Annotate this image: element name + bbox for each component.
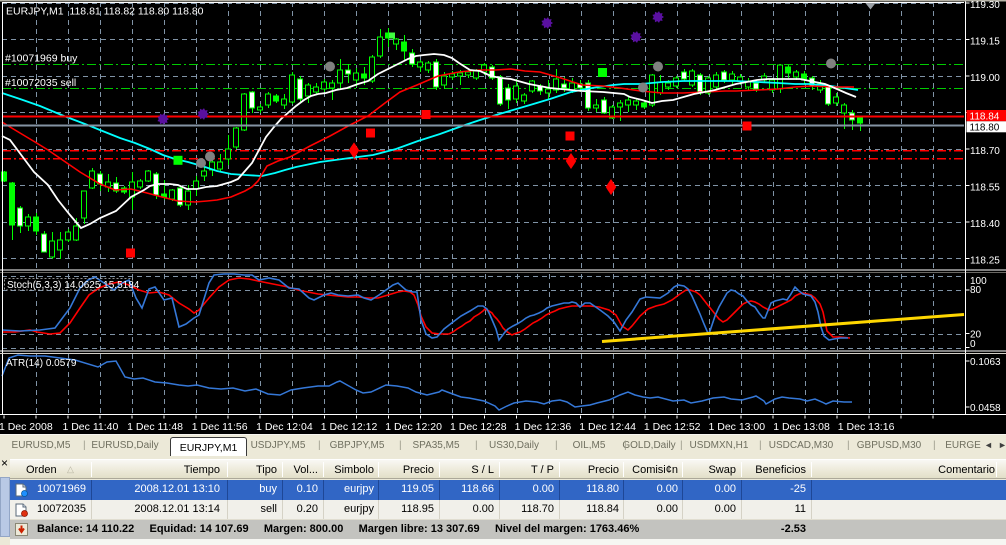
svg-text:ATR(14) 0.0579: ATR(14) 0.0579: [6, 358, 77, 369]
svg-text:1 Dec 12:28: 1 Dec 12:28: [450, 421, 507, 433]
svg-text:1 Dec 12:20: 1 Dec 12:20: [385, 421, 442, 433]
svg-text:1 Dec 12:04: 1 Dec 12:04: [256, 421, 313, 433]
svg-text:118.55: 118.55: [970, 183, 1000, 194]
svg-text:1 Dec 11:56: 1 Dec 11:56: [192, 421, 248, 433]
svg-text:119.00: 119.00: [970, 73, 1000, 84]
svg-text:1 Dec 12:52: 1 Dec 12:52: [644, 421, 701, 433]
svg-text:1 Dec 11:48: 1 Dec 11:48: [127, 421, 183, 433]
svg-text:1 Dec 12:36: 1 Dec 12:36: [515, 421, 572, 433]
svg-text:#10071969 buy: #10071969 buy: [5, 53, 78, 65]
svg-text:1 Dec 13:08: 1 Dec 13:08: [773, 421, 830, 433]
svg-text:EURJPY,M1 118.81 118.82 118.8: EURJPY,M1 118.81 118.82 118.80 118.80: [6, 6, 204, 18]
svg-text:1 Dec 13:00: 1 Dec 13:00: [708, 421, 765, 433]
svg-text:#10072035 sell: #10072035 sell: [5, 77, 76, 89]
svg-text:118.70: 118.70: [970, 146, 1000, 157]
svg-text:1 Dec 2008: 1 Dec 2008: [0, 421, 53, 433]
svg-text:1 Dec 12:44: 1 Dec 12:44: [579, 421, 636, 433]
svg-text:118.40: 118.40: [970, 219, 1000, 230]
svg-text:119.15: 119.15: [970, 37, 1000, 48]
svg-text:118.84: 118.84: [970, 112, 1000, 123]
svg-text:0.0458: 0.0458: [970, 403, 1001, 414]
svg-text:1 Dec 13:16: 1 Dec 13:16: [838, 421, 895, 433]
svg-text:0.1063: 0.1063: [970, 357, 1001, 368]
svg-text:80: 80: [970, 285, 982, 296]
svg-text:0: 0: [970, 339, 976, 350]
svg-text:119.30: 119.30: [970, 0, 1000, 11]
svg-text:118.80: 118.80: [970, 123, 1000, 134]
svg-text:1 Dec 12:12: 1 Dec 12:12: [321, 421, 378, 433]
svg-text:118.25: 118.25: [970, 256, 1000, 267]
svg-text:Stoch(5,3,3) 14.0625 15.5184: Stoch(5,3,3) 14.0625 15.5184: [7, 280, 140, 291]
svg-text:1 Dec 11:40: 1 Dec 11:40: [62, 421, 118, 433]
